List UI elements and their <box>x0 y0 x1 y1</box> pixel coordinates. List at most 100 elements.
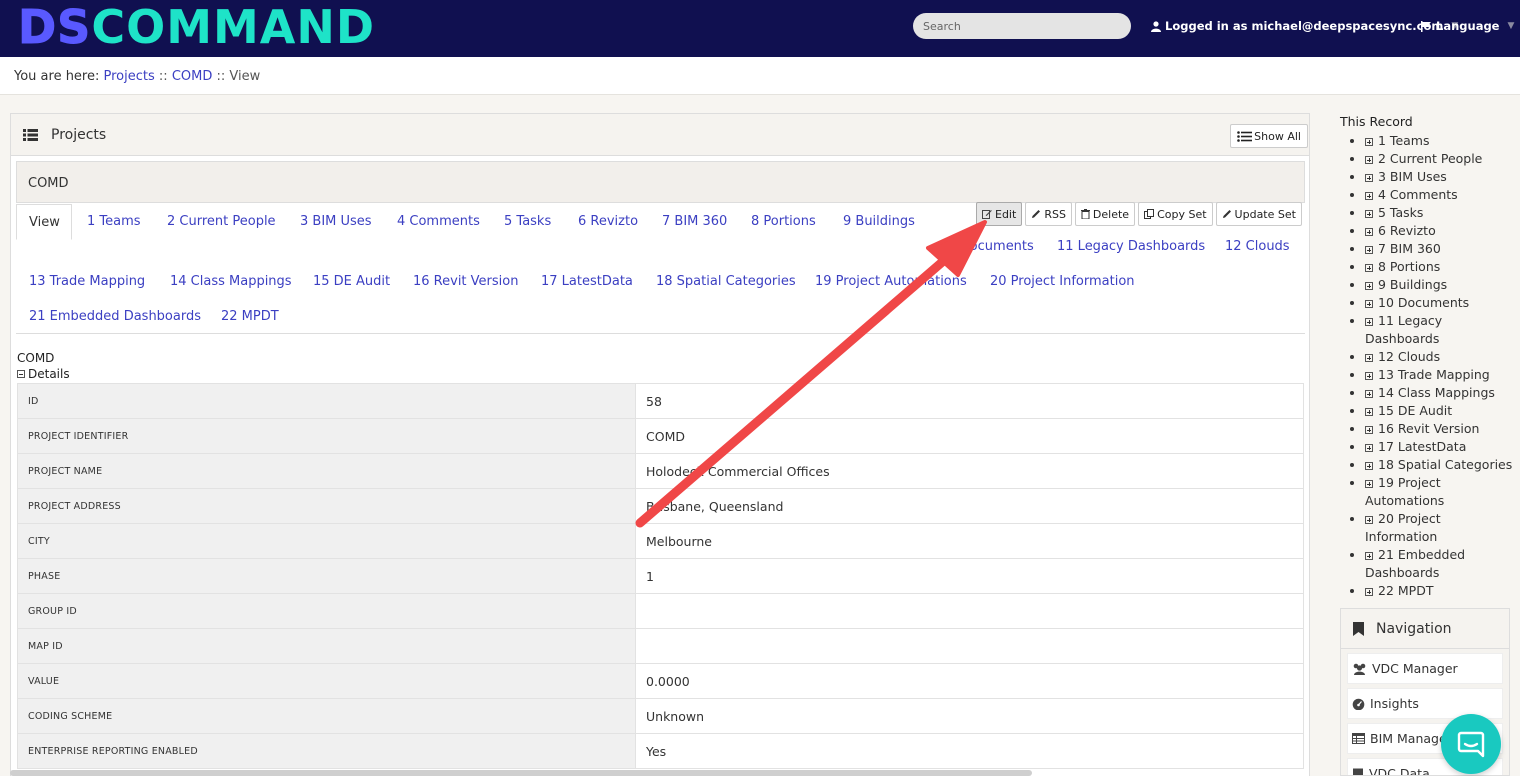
field-label: VALUE <box>17 663 636 699</box>
edit-button[interactable]: Edit <box>976 202 1023 226</box>
language-label: Language <box>1436 19 1500 33</box>
list-item[interactable]: 2 Current People <box>1348 150 1513 168</box>
tab-bim-360[interactable]: 7 BIM 360 <box>662 214 727 229</box>
delete-button[interactable]: Delete <box>1074 202 1136 226</box>
copy-icon <box>1144 209 1155 219</box>
list-item[interactable]: 16 Revit Version <box>1348 420 1513 438</box>
user-icon <box>1151 20 1161 32</box>
nav-item-label: VDC Data <box>1369 766 1430 776</box>
tab-de-audit[interactable]: 15 DE Audit <box>313 274 390 289</box>
sidebar-item-label: 12 Clouds <box>1378 349 1441 364</box>
breadcrumb-prefix: You are here: <box>14 69 100 84</box>
tab-tasks[interactable]: 5 Tasks <box>504 214 551 229</box>
sidebar-item-label: 19 Project Automations <box>1365 475 1445 508</box>
nav-item-vdc-manager[interactable]: VDC Manager <box>1347 653 1503 684</box>
user-label: Logged in as michael@deepspacesync.com <box>1165 19 1444 33</box>
ds-command-logo[interactable]: DS COMMAND <box>17 3 375 51</box>
list-item[interactable]: 22 MPDT <box>1348 582 1513 600</box>
list-icon <box>23 129 38 141</box>
tab-latestdata[interactable]: 17 LatestData <box>541 274 633 289</box>
tab-revit-version[interactable]: 16 Revit Version <box>413 274 518 289</box>
field-label: PROJECT NAME <box>17 453 636 489</box>
tab-legacy-dashboards[interactable]: 11 Legacy Dashboards <box>1057 239 1205 254</box>
field-value <box>635 593 1304 629</box>
tab-trade-mapping[interactable]: 13 Trade Mapping <box>29 274 145 289</box>
list-item[interactable]: 14 Class Mappings <box>1348 384 1513 402</box>
list-item[interactable]: 8 Portions <box>1348 258 1513 276</box>
pencil-icon <box>1032 210 1041 218</box>
tab-comments[interactable]: 4 Comments <box>397 214 480 229</box>
tab-project-automations[interactable]: 19 Project Automations <box>815 274 967 289</box>
list-item[interactable]: 5 Tasks <box>1348 204 1513 222</box>
expand-icon <box>1365 300 1373 308</box>
tab-clouds[interactable]: 12 Clouds <box>1225 239 1290 254</box>
sidebar-item-label: 15 DE Audit <box>1378 403 1453 418</box>
field-label: PROJECT IDENTIFIER <box>17 418 636 454</box>
expand-icon <box>1365 138 1373 146</box>
chat-launcher-button[interactable] <box>1441 714 1501 774</box>
list-item[interactable]: 20 Project Information <box>1348 510 1513 546</box>
list-item[interactable]: 1 Teams <box>1348 132 1513 150</box>
user-menu[interactable]: Logged in as michael@deepspacesync.com ▼ <box>1151 19 1458 33</box>
expand-icon <box>1365 588 1373 596</box>
dashboard-icon <box>1352 698 1365 710</box>
expand-icon <box>1365 174 1373 182</box>
list-item[interactable]: 19 Project Automations <box>1348 474 1513 510</box>
tab-documents[interactable]: 10 Documents <box>939 239 1034 254</box>
list-item[interactable]: 3 BIM Uses <box>1348 168 1513 186</box>
sidebar-item-label: 3 BIM Uses <box>1378 169 1447 184</box>
update-set-button[interactable]: Update Set <box>1215 202 1302 226</box>
field-label: CODING SCHEME <box>17 698 636 734</box>
expand-icon <box>1365 246 1373 254</box>
bookmark-icon <box>1353 621 1364 636</box>
sidebar-item-label: 21 Embedded Dashboards <box>1365 547 1466 580</box>
tab-teams[interactable]: 1 Teams <box>87 214 141 229</box>
list-item[interactable]: 9 Buildings <box>1348 276 1513 294</box>
edit-label: Edit <box>995 207 1017 221</box>
this-record-list: 1 Teams 2 Current People 3 BIM Uses 4 Comme… <box>1348 132 1513 600</box>
show-all-button[interactable]: Show All <box>1230 124 1308 148</box>
list-item[interactable]: 4 Comments <box>1348 186 1513 204</box>
list-item[interactable]: 11 Legacy Dashboards <box>1348 312 1513 348</box>
list-item[interactable]: 18 Spatial Categories <box>1348 456 1513 474</box>
list-item[interactable]: 21 Embedded Dashboards <box>1348 546 1513 582</box>
horizontal-scrollbar[interactable] <box>10 770 1032 776</box>
table-row: CITY Melbourne <box>17 523 1304 559</box>
tab-project-information[interactable]: 20 Project Information <box>990 274 1135 289</box>
expand-icon <box>1365 390 1373 398</box>
language-menu[interactable]: Language ▼ <box>1421 19 1514 33</box>
tab-bim-uses[interactable]: 3 BIM Uses <box>300 214 372 229</box>
breadcrumb-comd-link[interactable]: COMD <box>172 69 213 84</box>
copy-set-button[interactable]: Copy Set <box>1138 202 1213 226</box>
tab-revizto[interactable]: 6 Revizto <box>578 214 638 229</box>
list-item[interactable]: 15 DE Audit <box>1348 402 1513 420</box>
nav-item-label: VDC Manager <box>1372 661 1458 676</box>
table-icon <box>1352 733 1365 744</box>
expand-icon <box>1365 318 1373 326</box>
tab-embedded-dashboards[interactable]: 21 Embedded Dashboards <box>29 309 201 324</box>
tab-view[interactable]: View <box>16 204 72 240</box>
list-item[interactable]: 10 Documents <box>1348 294 1513 312</box>
tab-portions[interactable]: 8 Portions <box>751 214 816 229</box>
tab-spatial-categories[interactable]: 18 Spatial Categories <box>656 274 796 289</box>
show-all-label: Show All <box>1254 129 1301 143</box>
rss-button[interactable]: RSS <box>1025 202 1072 226</box>
tab-current-people[interactable]: 2 Current People <box>167 214 276 229</box>
details-toggle[interactable]: Details <box>17 367 70 381</box>
list-item[interactable]: 17 LatestData <box>1348 438 1513 456</box>
navigation-header: Navigation <box>1341 609 1509 649</box>
sidebar-item-label: 7 BIM 360 <box>1378 241 1441 256</box>
list-item[interactable]: 6 Revizto <box>1348 222 1513 240</box>
list-item[interactable]: 13 Trade Mapping <box>1348 366 1513 384</box>
list-item[interactable]: 12 Clouds <box>1348 348 1513 366</box>
tab-class-mappings[interactable]: 14 Class Mappings <box>170 274 292 289</box>
breadcrumb-separator: :: <box>158 69 168 84</box>
list-item[interactable]: 7 BIM 360 <box>1348 240 1513 258</box>
rss-label: RSS <box>1044 207 1066 221</box>
sidebar-item-label: 20 Project Information <box>1365 511 1441 544</box>
breadcrumb: You are here: Projects :: COMD :: View <box>0 57 1520 95</box>
tab-mpdt[interactable]: 22 MPDT <box>221 309 279 324</box>
search-input[interactable] <box>913 13 1131 39</box>
breadcrumb-projects-link[interactable]: Projects <box>104 69 155 84</box>
tab-buildings[interactable]: 9 Buildings <box>843 214 915 229</box>
